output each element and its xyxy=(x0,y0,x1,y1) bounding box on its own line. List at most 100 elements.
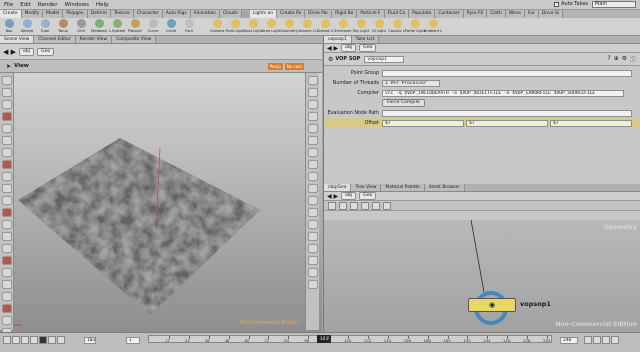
tab-network[interactable]: /obj/Geo xyxy=(324,184,352,191)
help-icon[interactable]: ? xyxy=(607,55,610,64)
network-tool-6-icon[interactable] xyxy=(383,201,391,210)
viewport-tool-icon[interactable] xyxy=(2,160,12,169)
viewport-tool-icon[interactable] xyxy=(2,292,12,301)
breadcrumb-geo[interactable]: Geo xyxy=(37,47,55,56)
shelf-tab[interactable]: Create Pa xyxy=(277,10,306,18)
shelf-tool[interactable]: Sphere xyxy=(18,18,36,36)
range-icon[interactable] xyxy=(593,336,601,344)
offset-x-field[interactable]: $T xyxy=(382,119,464,127)
viewport-tool-icon[interactable] xyxy=(2,244,12,253)
shelf-tool[interactable]: Metaball xyxy=(90,18,108,36)
shelf-tool[interactable]: Area Light xyxy=(262,18,280,36)
shelf-tool[interactable]: Distant Li xyxy=(316,18,334,36)
network-tool-1-icon[interactable] xyxy=(328,201,336,210)
lock-icon[interactable]: ⊕ xyxy=(614,55,619,64)
viewport-tool-icon[interactable] xyxy=(2,124,12,133)
camera-menu[interactable]: Persp No cam xyxy=(267,62,304,70)
display-option-icon[interactable] xyxy=(308,148,318,157)
shelf-tool[interactable]: Font xyxy=(180,18,198,36)
display-option-icon[interactable] xyxy=(308,196,318,205)
breadcrumb-geo[interactable]: Geo xyxy=(359,44,377,52)
play-icon[interactable] xyxy=(39,336,47,344)
shelf-tool[interactable]: Tube xyxy=(36,18,54,36)
tab-asset-browser[interactable]: Asset Browser xyxy=(424,184,466,191)
shelf-tab[interactable]: Model xyxy=(43,10,64,18)
gear-icon[interactable]: ⚙ xyxy=(622,55,627,64)
network-tool-3-icon[interactable] xyxy=(350,201,358,210)
shelf-tool[interactable]: GI Light xyxy=(370,18,388,36)
display-option-icon[interactable] xyxy=(308,112,318,121)
play-back-icon[interactable] xyxy=(21,336,29,344)
shelf-tab[interactable]: Pyro FX xyxy=(463,10,488,18)
shelf-tab[interactable]: Character xyxy=(134,10,163,18)
threads-select[interactable]: 1 Per Processor xyxy=(382,79,440,87)
menu-file[interactable]: File xyxy=(4,2,13,8)
network-tool-5-icon[interactable] xyxy=(372,201,380,210)
shelf-tool[interactable]: Volume Li xyxy=(298,18,316,36)
auto-takes-toggle[interactable]: Auto Takes xyxy=(554,1,588,7)
shelf-tab[interactable]: Drive Si xyxy=(538,10,563,18)
breadcrumb-geo[interactable]: Geo xyxy=(359,192,377,200)
tab-vopsop1[interactable]: vopsop1 xyxy=(324,36,352,43)
eval-path-field[interactable] xyxy=(382,109,632,117)
breadcrumb-obj[interactable]: obj xyxy=(341,192,357,200)
shelf-tab[interactable]: Fur xyxy=(524,10,539,18)
frame-ruler[interactable]: 103 12 24 36 48 60 72 84 96 108 120 132 144 156 168 18… xyxy=(148,335,552,343)
nav-arrows-icon[interactable]: ◀ ▶ xyxy=(327,45,338,52)
tab-composite-view[interactable]: Composite View xyxy=(112,36,157,43)
key-icon[interactable] xyxy=(584,336,592,344)
shelf-tab[interactable]: Auto Rigs xyxy=(162,10,191,18)
display-option-icon[interactable] xyxy=(308,268,318,277)
step-back-icon[interactable] xyxy=(12,336,20,344)
viewport-tool-icon[interactable] xyxy=(2,112,12,121)
shelf-tool[interactable]: Curve xyxy=(144,18,162,36)
viewport-tool-icon[interactable] xyxy=(2,256,12,265)
menu-edit[interactable]: Edit xyxy=(20,2,31,8)
shelf-tab[interactable]: Populate xyxy=(409,10,436,18)
viewport-tool-icon[interactable] xyxy=(2,184,12,193)
network-editor[interactable]: Geometry ◉ vopsop1 Non-Commercial Editio… xyxy=(324,220,640,332)
shelf-tool[interactable]: Grid xyxy=(72,18,90,36)
shelf-tool[interactable]: Circle xyxy=(162,18,180,36)
shelf-tool[interactable]: Environm xyxy=(334,18,352,36)
shelf-tool[interactable]: L-System xyxy=(108,18,126,36)
viewport-tool-icon[interactable] xyxy=(2,148,12,157)
step-field[interactable]: 1 xyxy=(126,337,140,344)
shelf-tool[interactable]: Ambient L xyxy=(424,18,442,36)
breadcrumb-obj[interactable]: obj xyxy=(19,47,35,56)
viewport-tool-icon[interactable] xyxy=(2,100,12,109)
offset-z-field[interactable]: $T xyxy=(550,119,632,127)
start-frame-field[interactable]: 103 xyxy=(84,337,97,344)
viewport-tool-icon[interactable] xyxy=(2,268,12,277)
desktop-select[interactable]: Main xyxy=(592,1,636,8)
menu-render[interactable]: Render xyxy=(38,2,58,8)
shelf-tab[interactable]: Cloth xyxy=(487,10,506,18)
view-arrow-icon[interactable]: ➤ xyxy=(6,63,11,70)
shelf-tab[interactable]: Texture xyxy=(110,10,135,18)
shelf-tab[interactable]: Animation xyxy=(190,10,221,18)
shelf-tab[interactable]: Particle F xyxy=(357,10,385,18)
jump-end-icon[interactable] xyxy=(57,336,65,344)
display-option-icon[interactable] xyxy=(308,220,318,229)
shelf-tab[interactable]: Drive Par xyxy=(305,10,333,18)
shelf-tool[interactable]: Torus xyxy=(54,18,72,36)
node-name-field[interactable]: vopsop1 xyxy=(364,55,405,63)
breadcrumb-obj[interactable]: obj xyxy=(341,44,357,52)
menu-windows[interactable]: Windows xyxy=(64,2,89,8)
shelf-tab[interactable]: Wires xyxy=(505,10,525,18)
display-option-icon[interactable] xyxy=(308,172,318,181)
viewport-tool-icon[interactable] xyxy=(2,316,12,325)
shelf-tab[interactable]: Container xyxy=(435,10,464,18)
nav-arrows-icon[interactable]: ◀ ▶ xyxy=(327,193,338,200)
menu-help[interactable]: Help xyxy=(96,2,109,8)
compiler-field[interactable]: vcc -q $VOP_INCLUDEPATH -o $VOP_OBJECTFI… xyxy=(382,89,624,97)
viewport-tool-icon[interactable] xyxy=(2,232,12,241)
jump-start-icon[interactable] xyxy=(3,336,11,344)
tab-tree-view[interactable]: Tree View xyxy=(351,184,382,191)
stop-icon[interactable] xyxy=(30,336,38,344)
info-icon[interactable]: ⓘ xyxy=(630,55,636,64)
shelf-tab[interactable]: Polygon xyxy=(63,10,88,18)
tab-channel-editor[interactable]: Channel Editor xyxy=(34,36,76,43)
display-option-icon[interactable] xyxy=(308,124,318,133)
tab-material-palette[interactable]: Material Palette xyxy=(381,184,425,191)
